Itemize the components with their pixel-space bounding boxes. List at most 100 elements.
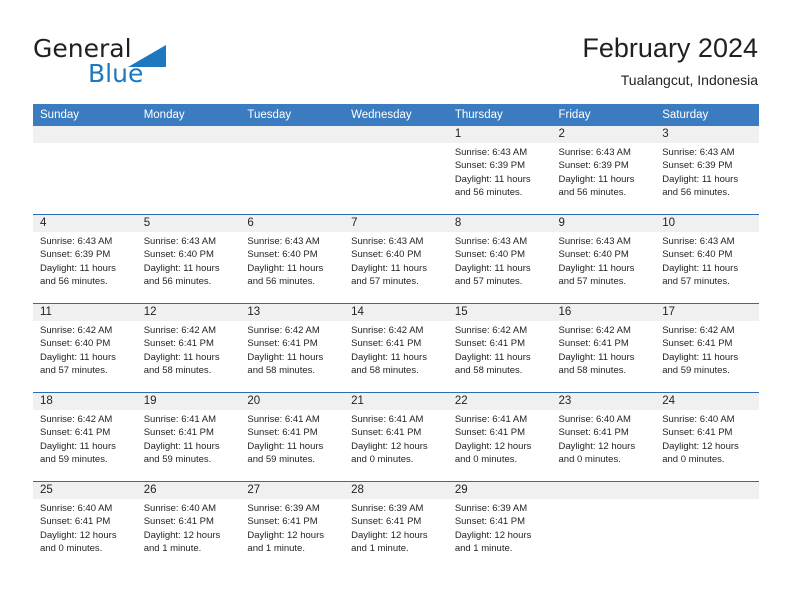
day-number[interactable]: 4 <box>33 214 137 232</box>
day-cell[interactable]: Sunrise: 6:39 AM Sunset: 6:41 PM Daylight:… <box>240 499 345 570</box>
day-cell[interactable]: Sunrise: 6:42 AM Sunset: 6:41 PM Daylight:… <box>551 321 656 393</box>
page-header: General Blue February 2024 Tualangcut, I… <box>0 0 792 100</box>
day-cell[interactable]: Sunrise: 6:41 AM Sunset: 6:41 PM Daylight:… <box>447 410 552 482</box>
day-cell[interactable]: Sunrise: 6:43 AM Sunset: 6:39 PM Daylight:… <box>33 232 137 304</box>
daylight-text: Daylight: 12 hours <box>247 529 324 541</box>
daylight-text: and 57 minutes. <box>351 276 419 288</box>
day-cell[interactable]: Sunrise: 6:42 AM Sunset: 6:41 PM Daylight:… <box>655 321 759 393</box>
daylight-text: Daylight: 11 hours <box>454 262 531 274</box>
day-number-empty <box>33 126 137 143</box>
daylight-text: and 0 minutes. <box>558 454 621 466</box>
day-number[interactable]: 25 <box>33 481 137 499</box>
day-cell[interactable]: Sunrise: 6:43 AM Sunset: 6:40 PM Daylight:… <box>551 232 656 304</box>
day-number[interactable]: 3 <box>655 126 759 143</box>
day-cell[interactable]: Sunrise: 6:43 AM Sunset: 6:39 PM Daylight:… <box>447 143 552 215</box>
day-cell[interactable]: Sunrise: 6:40 AM Sunset: 6:41 PM Daylight:… <box>551 410 656 482</box>
daylight-text: Daylight: 11 hours <box>558 173 635 185</box>
day-number[interactable]: 17 <box>655 303 759 321</box>
daylight-text: and 56 minutes. <box>454 187 523 199</box>
day-number[interactable]: 6 <box>240 214 345 232</box>
day-number[interactable]: 9 <box>551 214 656 232</box>
day-cell[interactable]: Sunrise: 6:41 AM Sunset: 6:41 PM Daylight:… <box>344 410 448 482</box>
daylight-text: and 56 minutes. <box>247 276 316 288</box>
day-number[interactable]: 12 <box>136 303 241 321</box>
sunrise-text: Sunrise: 6:43 AM <box>662 236 735 247</box>
daylight-text: and 59 minutes. <box>662 365 730 377</box>
day-number[interactable]: 14 <box>344 303 448 321</box>
daylight-text: and 58 minutes. <box>351 365 419 377</box>
sunset-text: Sunset: 6:41 PM <box>143 338 214 350</box>
day-number[interactable]: 2 <box>551 126 656 143</box>
sunset-text: Sunset: 6:41 PM <box>351 427 422 439</box>
daylight-text: Daylight: 11 hours <box>454 173 531 185</box>
day-cell[interactable]: Sunrise: 6:43 AM Sunset: 6:40 PM Daylight:… <box>655 232 759 304</box>
day-cell[interactable]: Sunrise: 6:42 AM Sunset: 6:41 PM Daylight:… <box>136 321 241 393</box>
day-number[interactable]: 23 <box>551 392 656 410</box>
day-number[interactable]: 13 <box>240 303 345 321</box>
daylight-text: Daylight: 11 hours <box>247 440 324 452</box>
daylight-text: Daylight: 12 hours <box>558 440 636 452</box>
day-number[interactable]: 22 <box>447 392 552 410</box>
day-cell[interactable]: Sunrise: 6:39 AM Sunset: 6:41 PM Daylight:… <box>344 499 448 570</box>
day-number[interactable]: 29 <box>447 481 552 499</box>
daylight-text: and 1 minute. <box>351 543 409 555</box>
sunrise-text: Sunrise: 6:43 AM <box>143 236 217 247</box>
day-number[interactable]: 5 <box>136 214 241 232</box>
day-number[interactable]: 16 <box>551 303 656 321</box>
sunrise-text: Sunrise: 6:43 AM <box>247 236 320 247</box>
day-number[interactable]: 28 <box>344 481 448 499</box>
logo[interactable]: General Blue <box>33 34 213 90</box>
daylight-text: Daylight: 11 hours <box>454 351 531 363</box>
sunset-text: Sunset: 6:41 PM <box>558 427 629 439</box>
day-cell[interactable]: Sunrise: 6:40 AM Sunset: 6:41 PM Daylight:… <box>655 410 759 482</box>
day-number[interactable]: 24 <box>655 392 759 410</box>
sunrise-text: Sunrise: 6:40 AM <box>558 414 631 425</box>
day-cell[interactable]: Sunrise: 6:41 AM Sunset: 6:41 PM Daylight:… <box>136 410 241 482</box>
day-cell[interactable]: Sunrise: 6:42 AM Sunset: 6:40 PM Daylight:… <box>33 321 137 393</box>
day-number[interactable]: 20 <box>240 392 345 410</box>
day-cell[interactable]: Sunrise: 6:39 AM Sunset: 6:41 PM Daylight:… <box>447 499 552 570</box>
day-number[interactable]: 1 <box>447 126 552 143</box>
day-cell[interactable]: Sunrise: 6:41 AM Sunset: 6:41 PM Daylight:… <box>240 410 345 482</box>
day-number[interactable]: 27 <box>240 481 345 499</box>
day-cell[interactable]: Sunrise: 6:43 AM Sunset: 6:40 PM Daylight:… <box>344 232 448 304</box>
day-cell-empty <box>240 143 345 215</box>
daylight-text: Daylight: 11 hours <box>662 173 739 185</box>
sunset-text: Sunset: 6:41 PM <box>247 516 318 528</box>
daylight-text: Daylight: 12 hours <box>454 440 532 452</box>
day-cell[interactable]: Sunrise: 6:43 AM Sunset: 6:39 PM Daylight:… <box>551 143 656 215</box>
day-cell[interactable]: Sunrise: 6:42 AM Sunset: 6:41 PM Daylight:… <box>33 410 137 482</box>
day-number[interactable]: 8 <box>447 214 552 232</box>
day-cell[interactable]: Sunrise: 6:43 AM Sunset: 6:40 PM Daylight:… <box>240 232 345 304</box>
sunset-text: Sunset: 6:40 PM <box>143 249 214 261</box>
day-number[interactable]: 10 <box>655 214 759 232</box>
sunrise-text: Sunrise: 6:40 AM <box>40 503 113 514</box>
day-number[interactable]: 18 <box>33 392 137 410</box>
day-number[interactable]: 19 <box>136 392 241 410</box>
daylight-text: Daylight: 12 hours <box>454 529 532 541</box>
day-cell[interactable]: Sunrise: 6:42 AM Sunset: 6:41 PM Daylight:… <box>344 321 448 393</box>
sunset-text: Sunset: 6:41 PM <box>247 427 318 439</box>
sunrise-text: Sunrise: 6:43 AM <box>351 236 424 247</box>
day-cell[interactable]: Sunrise: 6:43 AM Sunset: 6:39 PM Daylight:… <box>655 143 759 215</box>
daylight-text: and 57 minutes. <box>454 276 523 288</box>
day-number-empty <box>551 481 656 499</box>
day-number[interactable]: 21 <box>344 392 448 410</box>
page-title: February 2024 <box>582 33 758 63</box>
sunset-text: Sunset: 6:41 PM <box>351 516 422 528</box>
daylight-text: Daylight: 12 hours <box>143 529 221 541</box>
day-cell[interactable]: Sunrise: 6:43 AM Sunset: 6:40 PM Daylight:… <box>447 232 552 304</box>
daylight-text: Daylight: 11 hours <box>662 262 739 274</box>
day-cell[interactable]: Sunrise: 6:42 AM Sunset: 6:41 PM Daylight:… <box>447 321 552 393</box>
day-cell[interactable]: Sunrise: 6:40 AM Sunset: 6:41 PM Daylight:… <box>136 499 241 570</box>
day-number[interactable]: 15 <box>447 303 552 321</box>
daylight-text: and 57 minutes. <box>662 276 730 288</box>
day-cell[interactable]: Sunrise: 6:40 AM Sunset: 6:41 PM Daylight:… <box>33 499 137 570</box>
daylight-text: and 1 minute. <box>454 543 513 555</box>
day-number[interactable]: 26 <box>136 481 241 499</box>
day-number[interactable]: 7 <box>344 214 448 232</box>
day-number[interactable]: 11 <box>33 303 137 321</box>
day-cell[interactable]: Sunrise: 6:43 AM Sunset: 6:40 PM Daylight:… <box>136 232 241 304</box>
sunrise-text: Sunrise: 6:42 AM <box>247 325 320 336</box>
day-cell[interactable]: Sunrise: 6:42 AM Sunset: 6:41 PM Daylight:… <box>240 321 345 393</box>
